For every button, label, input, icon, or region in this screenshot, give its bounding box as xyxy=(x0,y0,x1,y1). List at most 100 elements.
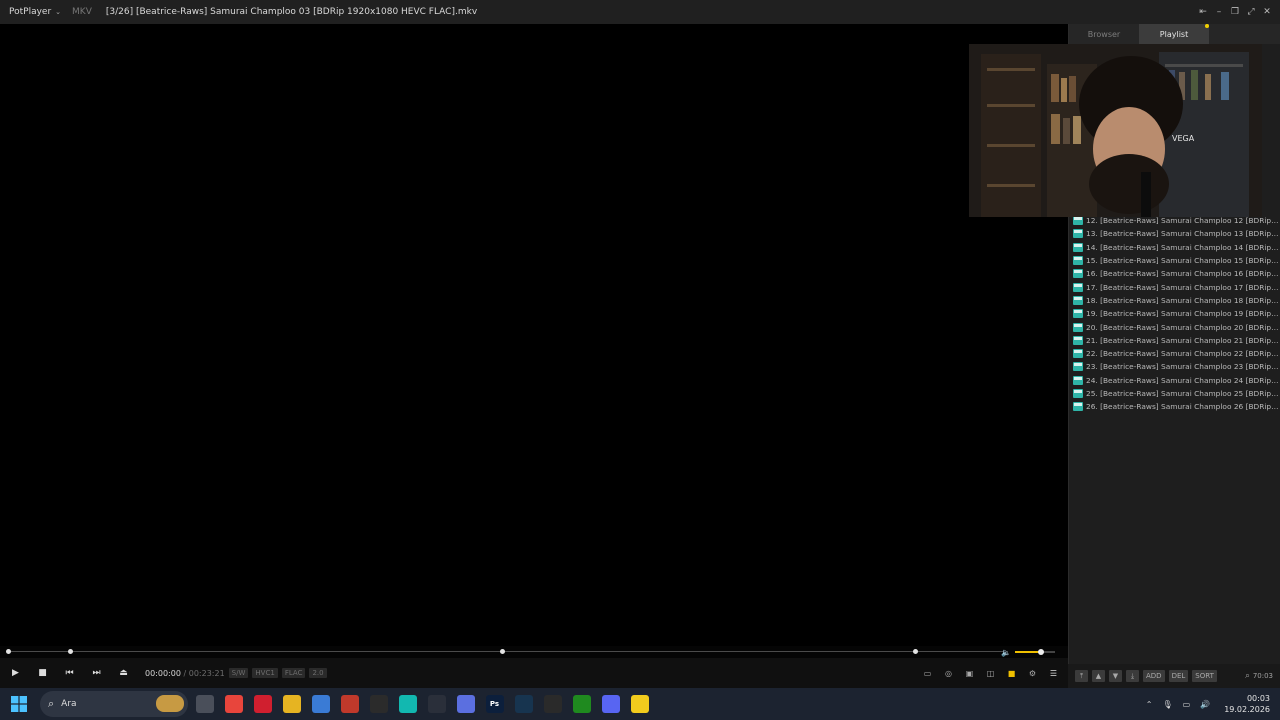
mkv-file-icon xyxy=(1073,389,1083,398)
playlist-item-label: 15. [Beatrice-Raws] Samurai Champloo 15 … xyxy=(1086,256,1279,266)
taskbar-app-netflix[interactable] xyxy=(335,688,364,720)
taskbar-app-chrome[interactable] xyxy=(219,688,248,720)
playlist-item-label: 18. [Beatrice-Raws] Samurai Champloo 18 … xyxy=(1086,295,1279,305)
taskbar-app-task-view[interactable] xyxy=(190,688,219,720)
epic-games-icon xyxy=(543,695,562,713)
seek-bar[interactable]: 🔈 xyxy=(0,646,1068,658)
tab-browser[interactable]: Browser xyxy=(1069,24,1139,44)
xbox-icon xyxy=(572,695,591,713)
taskbar-app-epic-games[interactable] xyxy=(538,688,567,720)
volume-control[interactable]: 🔈 xyxy=(1001,646,1055,658)
playlist-item[interactable]: 21. [Beatrice-Raws] Samurai Champloo 21 … xyxy=(1073,334,1279,347)
chapter-marker[interactable] xyxy=(913,649,918,654)
start-button[interactable] xyxy=(0,688,38,720)
speaker-icon[interactable]: 🔈 xyxy=(1001,648,1011,657)
decoder-badge[interactable]: S/W xyxy=(228,668,249,678)
menu-icon[interactable]: ☰ xyxy=(1047,667,1060,680)
playlist-duration: 70:03 xyxy=(1252,672,1273,680)
playlist-item[interactable]: 17. [Beatrice-Raws] Samurai Champloo 17 … xyxy=(1073,280,1279,293)
microphone-icon[interactable]: 🎙 xyxy=(1163,700,1173,709)
taskbar-app-file-explorer[interactable] xyxy=(277,688,306,720)
window-controls: ⇤ – ❐ ⤢ ✕ xyxy=(1196,0,1274,24)
mkv-file-icon xyxy=(1073,242,1083,252)
audio-codec-badge[interactable]: FLAC xyxy=(281,668,306,678)
playlist-item-label: 12. [Beatrice-Raws] Samurai Champloo 12 … xyxy=(1086,216,1279,226)
settings-gear-icon[interactable]: ⚙ xyxy=(1026,667,1039,680)
mkv-file-icon xyxy=(1073,362,1083,372)
playlist-item[interactable]: 20. [Beatrice-Raws] Samurai Champloo 20 … xyxy=(1073,320,1279,333)
tab-playlist[interactable]: Playlist xyxy=(1139,24,1209,44)
playlist-item[interactable]: 18. [Beatrice-Raws] Samurai Champloo 18 … xyxy=(1073,294,1279,307)
move-down-icon[interactable]: ▼ xyxy=(1109,670,1122,682)
taskbar-app-app-teal[interactable] xyxy=(393,688,422,720)
current-time: 00:00:00 xyxy=(145,668,181,678)
pin-icon[interactable]: ⇤ xyxy=(1196,5,1210,19)
chapter-marker[interactable] xyxy=(68,649,73,654)
webcam-label: VEGA xyxy=(1172,134,1195,143)
player-controls: ▶ ■ ⏮ ⏭ ⏏ 00:00:00 / 00:23:21 S/W HVC1 F… xyxy=(0,658,1068,688)
playlist-item-label: 13. [Beatrice-Raws] Samurai Champloo 13 … xyxy=(1086,229,1279,239)
playlist-item[interactable]: 13. [Beatrice-Raws] Samurai Champloo 13 … xyxy=(1073,227,1279,240)
playlist-item[interactable]: 15. [Beatrice-Raws] Samurai Champloo 15 … xyxy=(1073,254,1279,267)
taskbar-search[interactable]: ⌕ Ara xyxy=(40,691,188,717)
taskbar-app-potplayer[interactable] xyxy=(625,688,654,720)
taskbar-app-steam[interactable] xyxy=(509,688,538,720)
format-label: MKV xyxy=(72,7,92,17)
mkv-file-icon xyxy=(1073,309,1083,319)
restore-icon[interactable]: ❐ xyxy=(1228,5,1242,19)
move-top-icon[interactable]: ⤒ xyxy=(1075,670,1088,682)
play-icon[interactable]: ▶ xyxy=(2,663,29,683)
taskbar-app-app-vector[interactable] xyxy=(422,688,451,720)
mkv-file-icon xyxy=(1073,402,1083,412)
playlist-item[interactable]: 26. [Beatrice-Raws] Samurai Champloo 26 … xyxy=(1073,400,1279,413)
time-display[interactable]: 00:00:00 / 00:23:21 xyxy=(145,669,225,678)
volume-slider[interactable] xyxy=(1014,649,1055,655)
sort-button[interactable]: SORT xyxy=(1192,670,1217,682)
taskbar-app-obs[interactable] xyxy=(364,688,393,720)
playlist-item[interactable]: 14. [Beatrice-Raws] Samurai Champloo 14 … xyxy=(1073,241,1279,254)
chapter-marker[interactable] xyxy=(500,649,505,654)
chevron-up-icon[interactable]: ⌃ xyxy=(1146,700,1153,709)
playlist-item[interactable]: 16. [Beatrice-Raws] Samurai Champloo 16 … xyxy=(1073,267,1279,280)
move-up-icon[interactable]: ▲ xyxy=(1092,670,1105,682)
steam-icon xyxy=(514,695,533,713)
stop-icon[interactable]: ■ xyxy=(29,663,56,683)
close-icon[interactable]: ✕ xyxy=(1260,5,1274,19)
capture-icon[interactable]: ◫ xyxy=(984,667,997,680)
delete-button[interactable]: DEL xyxy=(1168,670,1189,682)
playlist-item[interactable]: 19. [Beatrice-Raws] Samurai Champloo 19 … xyxy=(1073,307,1279,320)
video-codec-badge[interactable]: HVC1 xyxy=(252,668,278,678)
eject-icon[interactable]: ⏏ xyxy=(110,663,137,683)
taskbar-app-discord[interactable] xyxy=(596,688,625,720)
vr-360-icon[interactable]: ◎ xyxy=(942,667,955,680)
playlist-item[interactable]: 22. [Beatrice-Raws] Samurai Champloo 22 … xyxy=(1073,347,1279,360)
next-icon[interactable]: ⏭ xyxy=(83,663,110,683)
playlist-item[interactable]: 25. [Beatrice-Raws] Samurai Champloo 25 … xyxy=(1073,387,1279,400)
3d-icon[interactable]: ▣ xyxy=(963,667,976,680)
add-button[interactable]: ADD xyxy=(1143,670,1165,682)
playlist-item[interactable]: 24. [Beatrice-Raws] Samurai Champloo 24 … xyxy=(1073,374,1279,387)
clock-time: 00:03 xyxy=(1246,694,1270,703)
volume-icon[interactable]: 🔊 xyxy=(1200,700,1210,709)
taskbar-app-m365[interactable] xyxy=(451,688,480,720)
taskbar-app-xbox[interactable] xyxy=(567,688,596,720)
search-icon[interactable]: ⌕ xyxy=(1245,671,1250,681)
taskbar-app-store[interactable] xyxy=(306,688,335,720)
app-menu-button[interactable]: PotPlayer ⌄ xyxy=(0,7,61,17)
seek-handle[interactable] xyxy=(6,649,11,654)
playlist-item[interactable]: 23. [Beatrice-Raws] Samurai Champloo 23 … xyxy=(1073,360,1279,373)
clock[interactable]: 00:03 19.02.2026 xyxy=(1224,693,1270,715)
audio-channels-badge[interactable]: 2.0 xyxy=(309,668,327,678)
network-icon[interactable]: ▭ xyxy=(1183,700,1191,709)
subtitle-icon[interactable]: ■ xyxy=(1005,667,1018,680)
seek-track[interactable] xyxy=(8,651,1008,652)
taskbar-app-photoshop[interactable]: Ps xyxy=(480,688,509,720)
volume-knob[interactable] xyxy=(1037,649,1044,655)
taskbar-app-opera[interactable] xyxy=(248,688,277,720)
video-area[interactable] xyxy=(0,24,1068,646)
previous-icon[interactable]: ⏮ xyxy=(56,663,83,683)
minimize-icon[interactable]: – xyxy=(1212,5,1226,19)
screen-icon[interactable]: ▭ xyxy=(921,667,934,680)
fullscreen-icon[interactable]: ⤢ xyxy=(1244,5,1258,19)
move-bottom-icon[interactable]: ⤓ xyxy=(1126,670,1139,682)
